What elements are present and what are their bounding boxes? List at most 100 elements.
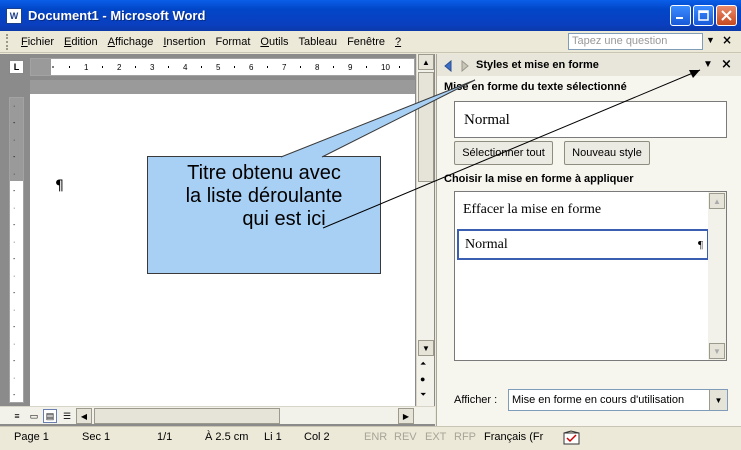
close-button[interactable] [716, 5, 737, 26]
status-revisions[interactable]: REV [394, 431, 417, 443]
scroll-thumb[interactable] [418, 72, 434, 182]
menu-1[interactable]: Edition [59, 36, 103, 48]
outline-view-icon[interactable]: ☰ [60, 409, 74, 423]
scroll-left-button[interactable]: ◀ [76, 408, 92, 424]
callout-line-1: Titre obtenu avec [187, 162, 341, 184]
minimize-button[interactable] [670, 5, 691, 26]
hscroll-thumb[interactable] [94, 408, 280, 424]
task-pane-title: Styles et mise en forme [476, 59, 599, 71]
callout-line-3: qui est ici [242, 208, 326, 230]
choose-format-label: Choisir la mise en forme à appliquer [444, 173, 634, 185]
show-select[interactable]: Mise en forme en cours d'utilisation ▼ [508, 389, 728, 411]
minimize-icon [676, 17, 683, 19]
browse-object-icon[interactable]: ● [420, 374, 425, 384]
status-section: Sec 1 [82, 431, 111, 443]
task-pane-header: Styles et mise en forme ▼ × [437, 54, 741, 76]
callout-box: Titre obtenu avec la liste déroulante qu… [147, 156, 381, 274]
horizontal-scrollbar[interactable]: ≡ ▭ ▤ ☰ ◀ ▶ [0, 406, 435, 424]
scroll-up-button[interactable]: ▲ [418, 54, 434, 70]
status-overtype[interactable]: RFP [454, 431, 476, 443]
show-label: Afficher : [454, 394, 498, 406]
select-all-button[interactable]: Sélectionner tout [454, 141, 553, 165]
menu-5[interactable]: Outils [255, 36, 293, 48]
svg-text:7: 7 [282, 63, 287, 72]
paragraph-mark: ¶ [55, 178, 64, 194]
svg-text:3: 3 [150, 63, 155, 72]
web-view-icon[interactable]: ▭ [27, 409, 41, 423]
selected-text-label: Mise en forme du texte sélectionné [444, 81, 627, 93]
svg-text:-: - [13, 154, 16, 161]
status-pages: 1/1 [157, 431, 173, 443]
svg-text:-: - [13, 120, 16, 127]
menu-3[interactable]: Insertion [158, 36, 210, 48]
svg-text:2: 2 [117, 63, 122, 72]
svg-text:·: · [13, 137, 15, 144]
normal-view-icon[interactable]: ≡ [10, 409, 24, 423]
maximize-button[interactable] [693, 5, 714, 26]
chevron-down-icon[interactable]: ▼ [709, 390, 727, 410]
svg-text:-: - [13, 392, 16, 399]
back-arrow-icon[interactable] [443, 60, 455, 72]
format-list-scrollbar[interactable]: ▲ ▼ [708, 192, 726, 360]
current-style-box[interactable]: Normal [454, 101, 727, 138]
print-view-icon[interactable]: ▤ [43, 409, 57, 423]
menu-grip[interactable] [6, 33, 10, 50]
status-page: Page 1 [14, 431, 49, 443]
vertical-ruler[interactable]: · - · - · - · - · - · - · - · - · - [9, 97, 24, 403]
spelling-book-icon[interactable] [562, 430, 582, 446]
word-icon[interactable]: W [6, 7, 22, 24]
previous-page-icon[interactable]: ⏶ [420, 359, 426, 369]
status-language[interactable]: Français (Fr [484, 431, 543, 443]
task-pane-menu-icon[interactable]: ▼ [703, 59, 713, 70]
status-column: Col 2 [304, 431, 330, 443]
status-record[interactable]: ENR [364, 431, 387, 443]
help-dropdown-icon[interactable]: ▼ [706, 35, 715, 45]
svg-text:·: · [13, 103, 15, 110]
status-line: Li 1 [264, 431, 282, 443]
svg-text:8: 8 [315, 63, 320, 72]
svg-text:-: - [13, 324, 16, 331]
callout-line-2: la liste déroulante [185, 185, 343, 207]
new-style-button[interactable]: Nouveau style [564, 141, 650, 165]
svg-text:·: · [13, 171, 15, 178]
svg-text:10: 10 [381, 63, 390, 72]
list-scroll-down-button[interactable]: ▼ [709, 343, 725, 359]
menu-8[interactable]: ? [390, 36, 406, 48]
next-page-icon[interactable]: ⏷ [420, 390, 426, 400]
svg-text:-: - [13, 222, 16, 229]
scroll-right-button[interactable]: ▶ [398, 408, 414, 424]
svg-text:·: · [13, 341, 15, 348]
svg-text:-: - [13, 256, 16, 263]
svg-text:·: · [13, 307, 15, 314]
ruler-band [30, 80, 415, 94]
status-position: À 2.5 cm [205, 431, 249, 443]
list-scroll-up-button[interactable]: ▲ [709, 193, 725, 209]
close-document-button[interactable]: × [722, 33, 732, 47]
show-select-value: Mise en forme en cours d'utilisation [512, 394, 685, 406]
task-pane-close-icon[interactable]: × [721, 57, 732, 72]
menu-0[interactable]: Fichier [16, 36, 59, 48]
paragraph-icon: ¶ [698, 239, 703, 251]
list-item-clear-formatting[interactable]: Effacer la mise en forme [463, 202, 601, 218]
scroll-down-button[interactable]: ▼ [418, 340, 434, 356]
vertical-scrollbar[interactable]: ▲ ▼ ⏶ ● ⏷ [416, 54, 434, 407]
help-search-input[interactable]: Tapez une question [568, 33, 703, 50]
list-item-normal[interactable]: Normal ¶ [457, 229, 709, 260]
maximize-icon [698, 10, 709, 21]
svg-text:9: 9 [348, 63, 353, 72]
menu-7[interactable]: Fenêtre [342, 36, 390, 48]
forward-arrow-icon[interactable] [459, 60, 471, 72]
format-list[interactable]: Effacer la mise en forme Normal ¶ ▲ ▼ [454, 191, 727, 361]
svg-text:·: · [13, 273, 15, 280]
svg-text:-: - [13, 358, 16, 365]
tab-selector[interactable]: L [9, 60, 24, 74]
svg-text:·: · [13, 375, 15, 382]
menu-2[interactable]: Affichage [103, 36, 159, 48]
status-extend[interactable]: EXT [425, 431, 446, 443]
menu-6[interactable]: Tableau [294, 36, 343, 48]
svg-text:-: - [13, 188, 16, 195]
horizontal-ruler[interactable]: 1234567891011 [30, 58, 415, 76]
menu-4[interactable]: Format [211, 36, 256, 48]
title-bar: W Document1 - Microsoft Word [0, 0, 741, 31]
window-title: Document1 - Microsoft Word [28, 8, 206, 23]
